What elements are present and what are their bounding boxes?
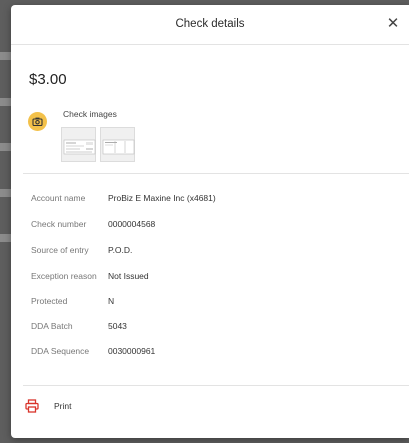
check-amount: $3.00 xyxy=(29,71,67,88)
close-icon[interactable]: ✕ xyxy=(387,15,400,32)
backdrop-strip xyxy=(0,52,11,60)
field-value-exception-reason: Not Issued xyxy=(108,271,149,281)
print-button[interactable]: Print xyxy=(25,398,95,414)
field-label-check-number: Check number xyxy=(31,219,87,229)
field-label-dda-sequence: DDA Sequence xyxy=(31,346,90,356)
field-value-dda-sequence: 0030000961 xyxy=(108,346,156,356)
section-divider xyxy=(23,173,409,174)
close-button[interactable]: ✕ xyxy=(385,16,401,32)
field-label-source-of-entry: Source of entry xyxy=(31,245,89,255)
backdrop-strip xyxy=(0,234,11,242)
check-image-front-thumbnail[interactable] xyxy=(61,127,96,162)
check-details-dialog: Check details ✕ $3.00 Check images Accou… xyxy=(11,5,409,438)
backdrop-strip xyxy=(0,143,11,151)
field-label-exception-reason: Exception reason xyxy=(31,271,97,281)
printer-icon[interactable] xyxy=(25,399,39,413)
footer-divider xyxy=(23,385,409,386)
field-value-dda-batch: 5043 xyxy=(108,321,127,331)
backdrop-strip xyxy=(0,189,11,197)
field-value-check-number: 0000004568 xyxy=(108,219,156,229)
check-image-back-thumbnail[interactable] xyxy=(100,127,135,162)
field-label-dda-batch: DDA Batch xyxy=(31,321,73,331)
field-label-account-name: Account name xyxy=(31,193,86,203)
field-label-protected: Protected xyxy=(31,296,68,306)
dialog-title: Check details xyxy=(175,18,245,30)
print-label[interactable]: Print xyxy=(54,401,71,411)
backdrop-strip xyxy=(0,98,11,106)
dialog-header: Check details ✕ xyxy=(11,5,409,45)
camera-icon xyxy=(28,112,47,131)
field-value-protected: N xyxy=(108,296,115,306)
check-images-label: Check images xyxy=(63,109,117,119)
field-value-account-name: ProBiz E Maxine Inc (x4681) xyxy=(108,193,216,203)
field-value-source-of-entry: P.O.D. xyxy=(108,245,133,255)
